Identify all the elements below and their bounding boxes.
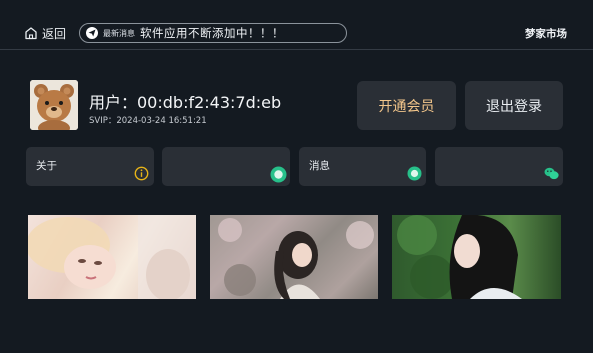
chat-bubble-icon bbox=[407, 166, 422, 181]
about-card[interactable]: 关于 bbox=[26, 147, 154, 186]
open-vip-button[interactable]: 开通会员 bbox=[357, 81, 456, 130]
chat-card[interactable] bbox=[162, 147, 290, 186]
news-tag: 最新消息 bbox=[103, 28, 135, 38]
top-bar: 返回 最新消息 软件应用不断添加中！！！ 梦家市场 bbox=[0, 0, 593, 50]
dark-haired-girl-photo bbox=[210, 215, 378, 299]
messages-label: 消息 bbox=[309, 160, 330, 172]
avatar bbox=[30, 80, 78, 130]
info-icon bbox=[134, 166, 149, 181]
banner-image-2[interactable] bbox=[210, 215, 378, 299]
teddy-bear-avatar-image bbox=[30, 80, 78, 130]
send-icon bbox=[86, 27, 98, 39]
banner-image-1[interactable] bbox=[28, 215, 196, 299]
home-icon bbox=[25, 27, 37, 40]
wechat-card[interactable] bbox=[435, 147, 563, 186]
news-text: 软件应用不断添加中！！！ bbox=[140, 26, 284, 40]
about-label: 关于 bbox=[36, 160, 57, 172]
user-name: 用户：00:db:f2:43:7d:eb bbox=[89, 93, 282, 112]
logout-button[interactable]: 退出登录 bbox=[465, 81, 563, 130]
back-button[interactable]: 返回 bbox=[24, 24, 66, 42]
blonde-girl-photo bbox=[28, 215, 196, 299]
back-label: 返回 bbox=[42, 26, 67, 41]
profile-girl-photo bbox=[397, 215, 522, 299]
svip-expiry: SVIP：2024-03-24 16:51:21 bbox=[89, 116, 207, 126]
store-title: 梦家市场 bbox=[525, 28, 567, 40]
banner-image-3[interactable] bbox=[392, 215, 561, 299]
wechat-icon bbox=[544, 167, 559, 180]
messages-card[interactable]: 消息 bbox=[299, 147, 426, 186]
chat-bubble-icon bbox=[270, 166, 287, 183]
news-marquee[interactable]: 最新消息 软件应用不断添加中！！！ bbox=[79, 23, 347, 43]
